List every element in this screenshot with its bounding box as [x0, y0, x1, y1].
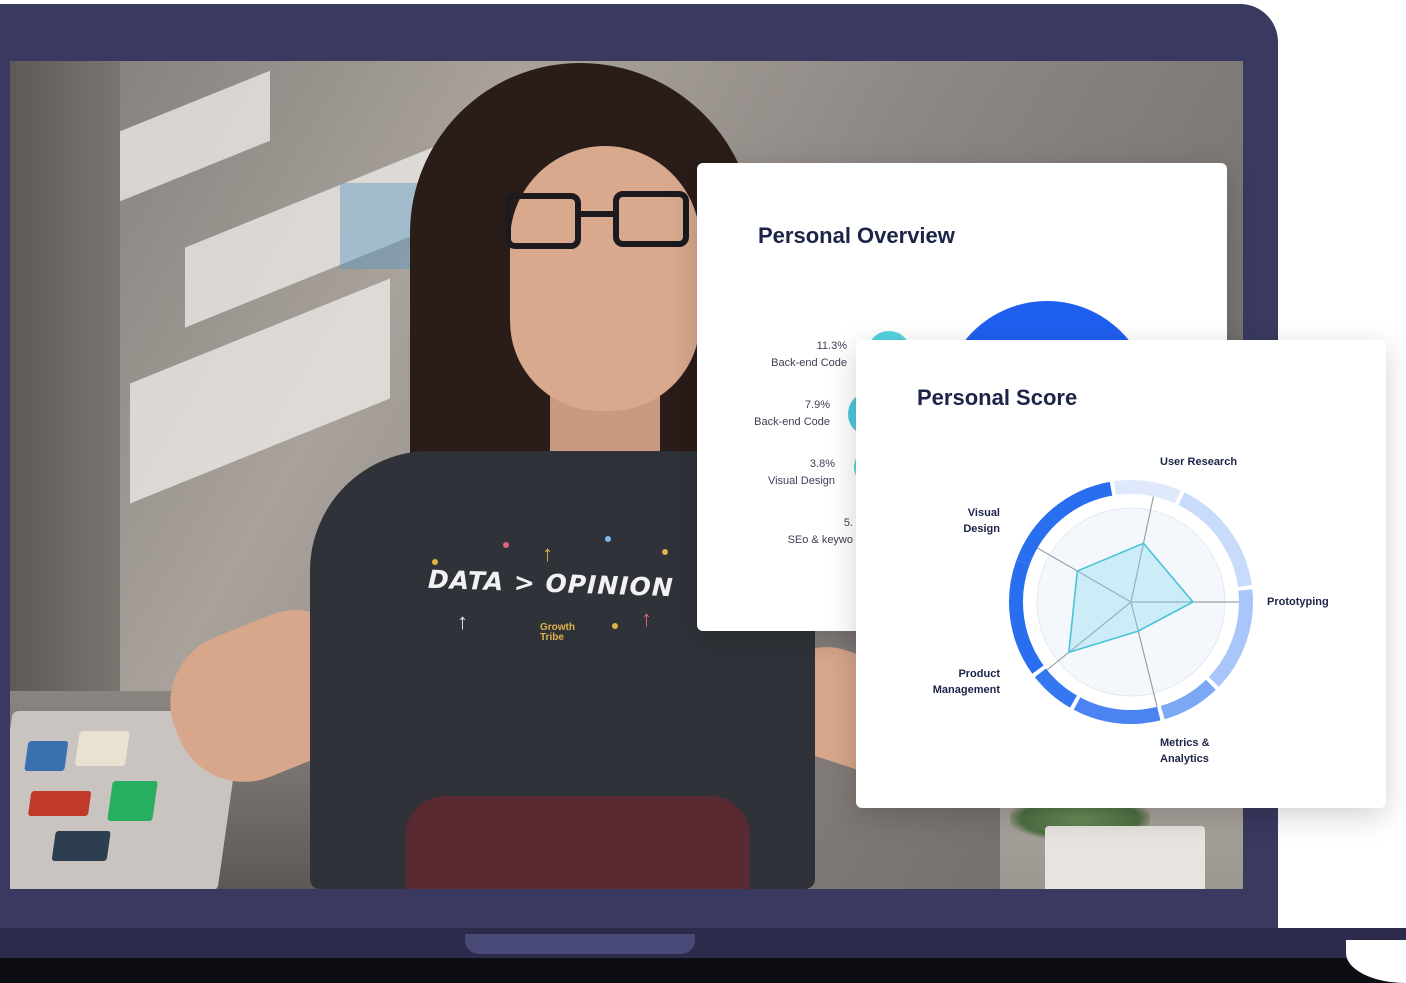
- shirt-logo: Growth Tribe: [540, 622, 575, 643]
- axis-label-visual-design: Visual Design: [963, 507, 1000, 535]
- dot-icon: [662, 549, 668, 555]
- overview-item-percent: 3.8%: [809, 458, 835, 470]
- arrow-up-icon: ↑: [641, 606, 652, 631]
- card-title: Personal Overview: [758, 223, 955, 248]
- axis-label-user-research: User Research: [1160, 456, 1238, 468]
- plant-pot: [1045, 826, 1205, 889]
- laptop-bezel-bottom: [0, 928, 1406, 962]
- window-light: [130, 278, 390, 504]
- personal-score-card: Personal Score User Research Prototyping…: [856, 340, 1386, 808]
- laptop-base: [0, 958, 1406, 983]
- glasses-bridge: [580, 211, 616, 217]
- arrow-up-icon: ↑: [457, 609, 468, 634]
- dot-icon: [503, 542, 509, 548]
- dot-icon: [612, 623, 618, 629]
- laptop-notch: [465, 934, 695, 954]
- glasses-icon: [505, 193, 581, 249]
- overview-item-label: SEo & keywo: [787, 534, 853, 546]
- axis-label-metrics-analytics: Metrics & Analytics: [1160, 737, 1210, 765]
- overview-item-percent: 11.3%: [816, 340, 847, 352]
- radar-chart: [1009, 480, 1253, 724]
- radar-ring-segment: [1160, 679, 1216, 720]
- dot-icon: [605, 536, 611, 542]
- overview-item-label: Back-end Code: [771, 357, 847, 369]
- overview-item-percent: 7.9%: [804, 399, 830, 411]
- overview-item-label: Back-end Code: [754, 416, 830, 428]
- arrow-up-icon: ↑: [542, 541, 553, 566]
- radar-ring-segment: [1034, 668, 1078, 708]
- presenter-skirt: [405, 796, 750, 889]
- radar-ring-segment: [1114, 480, 1181, 504]
- axis-label-product-management: Product Management: [932, 668, 1000, 696]
- radar-ring-segment: [1009, 560, 1044, 674]
- axis-label-prototyping: Prototyping: [1267, 596, 1329, 608]
- glasses-icon: [613, 191, 689, 247]
- presenter-face: [510, 146, 700, 411]
- overview-item-percent: 5.: [843, 517, 853, 529]
- window-light: [120, 70, 270, 202]
- radar-ring-segment: [1073, 697, 1161, 724]
- overview-item-label: Visual Design: [767, 475, 835, 487]
